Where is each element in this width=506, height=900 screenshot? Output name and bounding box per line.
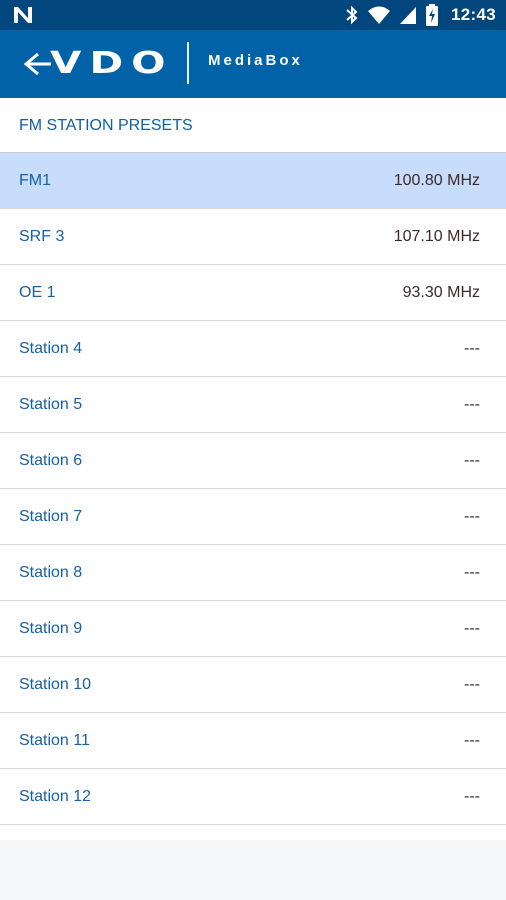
preset-row[interactable]: Station 5 --- (0, 377, 506, 433)
wifi-icon (368, 6, 391, 24)
preset-frequency: 107.10 MHz (393, 227, 480, 245)
preset-frequency: --- (464, 787, 480, 805)
preset-frequency: --- (464, 731, 480, 749)
preset-row[interactable]: FM1 100.80 MHz (0, 153, 506, 209)
preset-frequency: --- (464, 507, 480, 525)
app-header: VDO MediaBox (0, 30, 506, 98)
vdo-logo: VDO (50, 46, 174, 81)
preset-name: Station 4 (19, 339, 83, 357)
preset-row[interactable]: Station 8 --- (0, 545, 506, 601)
preset-row[interactable]: Station 6 --- (0, 433, 506, 489)
status-time: 12:43 (451, 5, 496, 24)
preset-name: FM1 (19, 171, 51, 189)
app-name: MediaBox (208, 52, 303, 69)
preset-name: Station 6 (19, 451, 83, 469)
preset-row[interactable]: SRF 3 107.10 MHz (0, 209, 506, 265)
preset-row[interactable]: Station 11 --- (0, 713, 506, 769)
preset-frequency: --- (464, 563, 480, 581)
preset-row[interactable]: OE 1 93.30 MHz (0, 265, 506, 321)
preset-name: SRF 3 (19, 227, 65, 245)
preset-name: Station 9 (19, 619, 83, 637)
back-arrow-icon[interactable] (18, 50, 52, 78)
preset-frequency: --- (464, 339, 480, 357)
status-icons: 12:43 (345, 4, 496, 26)
content-area: FM STATION PRESETS FM1 100.80 MHz SRF 3 107… (0, 98, 506, 840)
bluetooth-icon (346, 5, 358, 25)
preset-frequency: --- (464, 619, 480, 637)
preset-name: Station 11 (19, 731, 90, 749)
preset-name: OE 1 (19, 283, 56, 301)
preset-row[interactable]: Station 10 --- (0, 657, 506, 713)
preset-row[interactable]: Station 9 --- (0, 601, 506, 657)
preset-name: Station 7 (19, 507, 83, 525)
preset-frequency: 100.80 MHz (393, 171, 480, 189)
battery-charging-icon (426, 4, 439, 26)
status-bar: 12:43 (0, 0, 506, 30)
notification-n-icon (14, 7, 32, 23)
preset-frequency: --- (464, 451, 480, 469)
section-title: FM STATION PRESETS (0, 98, 506, 153)
preset-name: Station 12 (19, 787, 92, 805)
preset-row[interactable]: Station 12 --- (0, 769, 506, 825)
preset-name: Station 10 (19, 675, 92, 693)
preset-frequency: 93.30 MHz (402, 283, 480, 301)
preset-row[interactable]: Station 4 --- (0, 321, 506, 377)
preset-name: Station 8 (19, 563, 83, 581)
preset-row[interactable]: Station 7 --- (0, 489, 506, 545)
bottom-area (0, 840, 506, 900)
preset-frequency: --- (464, 395, 480, 413)
cell-signal-icon (400, 7, 417, 24)
preset-frequency: --- (464, 675, 480, 693)
header-divider (187, 42, 189, 84)
preset-name: Station 5 (19, 395, 83, 413)
preset-list: FM1 100.80 MHz SRF 3 107.10 MHz OE 1 93.30 MH… (0, 153, 506, 825)
